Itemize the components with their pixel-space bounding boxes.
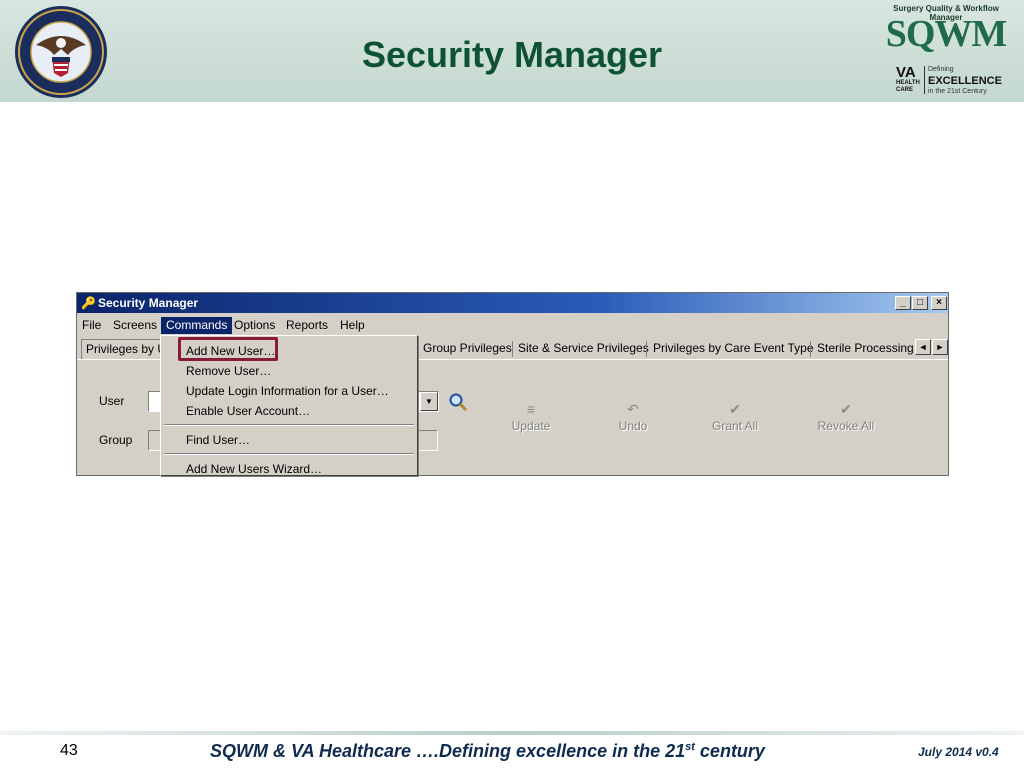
window-title: Security Manager	[98, 296, 199, 310]
menu-file[interactable]: File	[77, 317, 106, 334]
menu-separator	[164, 453, 414, 455]
tab-care-event-privileges[interactable]: Privileges by Care Event Type	[649, 339, 818, 359]
restore-button[interactable]: □	[912, 296, 928, 310]
undo-icon: ↶	[627, 401, 639, 417]
minimize-button[interactable]: _	[895, 296, 911, 310]
tab-scroll-left-icon[interactable]: ◄	[915, 339, 931, 355]
tab-scroll-right-icon[interactable]: ►	[932, 339, 948, 355]
menu-item-remove-user[interactable]: Remove User…	[186, 364, 271, 378]
group-combo-field-right[interactable]	[417, 430, 438, 451]
update-icon: ≡	[526, 401, 536, 417]
user-label: User	[99, 394, 125, 408]
grant-all-icon: ✔	[729, 401, 741, 417]
revoke-all-label: Revoke All	[817, 419, 875, 433]
tab-separator	[810, 341, 811, 357]
slide-title: Security Manager	[361, 34, 663, 75]
slide: Security Manager Surgery Quality & Workf…	[0, 0, 1024, 768]
logo-divider	[924, 66, 925, 94]
tab-group-privileges[interactable]: Group Privileges	[419, 339, 516, 359]
menu-help[interactable]: Help	[335, 317, 370, 334]
key-icon: 🔑	[81, 296, 96, 310]
logo-health-care: HEALTH CARE	[896, 80, 920, 93]
undo-label: Undo	[618, 419, 648, 433]
menu-item-update-login-info[interactable]: Update Login Information for a User…	[186, 384, 389, 398]
revoke-all-button[interactable]: ✔ Revoke All	[806, 399, 886, 433]
tab-sterile-processing[interactable]: Sterile Processing N	[813, 339, 913, 359]
menu-item-add-new-users-wizard[interactable]: Add New Users Wizard…	[186, 462, 322, 476]
logo-century: in the 21st Century	[928, 88, 987, 95]
menu-options[interactable]: Options	[229, 317, 280, 334]
menu-screens[interactable]: Screens	[108, 317, 162, 334]
window-titlebar[interactable]: 🔑 Security Manager _ □ ×	[77, 293, 948, 313]
close-button[interactable]: ×	[931, 296, 947, 310]
page-number: 43	[60, 742, 78, 759]
update-button[interactable]: ≡ Update	[491, 399, 571, 433]
search-icon[interactable]	[447, 391, 469, 413]
user-combo-dropdown-icon[interactable]: ▼	[420, 392, 438, 411]
sqwm-logo: Surgery Quality & Workflow Manager SQWM …	[880, 4, 1012, 98]
footer-text-sup: st	[685, 741, 695, 753]
footer-text-end: century	[694, 741, 765, 761]
logo-va: VA	[896, 64, 916, 81]
logo-defining: Defining	[928, 66, 954, 73]
menu-separator	[164, 424, 414, 426]
menu-commands[interactable]: Commands	[161, 317, 233, 334]
tab-site-service-privileges[interactable]: Site & Service Privileges	[514, 339, 653, 359]
undo-button[interactable]: ↶ Undo	[593, 399, 673, 433]
update-label: Update	[511, 419, 551, 433]
grant-all-button[interactable]: ✔ Grant All	[695, 399, 775, 433]
menu-item-enable-user-account[interactable]: Enable User Account…	[186, 404, 310, 418]
menu-item-find-user[interactable]: Find User…	[186, 433, 250, 447]
revoke-all-icon: ✔	[840, 401, 852, 417]
footer-text-main: SQWM & VA Healthcare ….Defining excellen…	[210, 741, 686, 761]
tab-privileges-by-user[interactable]: Privileges by U	[81, 339, 172, 359]
grant-all-label: Grant All	[711, 419, 759, 433]
menu-reports[interactable]: Reports	[281, 317, 333, 334]
logo-name: SQWM	[885, 13, 1008, 55]
logo-excellence: EXCELLENCE	[928, 75, 1002, 87]
header-band: Security Manager Surgery Quality & Workf…	[0, 0, 1024, 102]
footer-date: July 2014 v0.4	[918, 745, 999, 759]
footer-line	[0, 731, 1024, 735]
menu-bar: File Screens Commands Options Reports He…	[77, 315, 948, 335]
tab-separator	[512, 341, 513, 357]
tab-separator	[646, 341, 647, 357]
highlight-box	[178, 337, 278, 361]
footer-text: SQWM & VA Healthcare ….Defining excellen…	[210, 741, 765, 762]
group-label: Group	[99, 433, 133, 447]
